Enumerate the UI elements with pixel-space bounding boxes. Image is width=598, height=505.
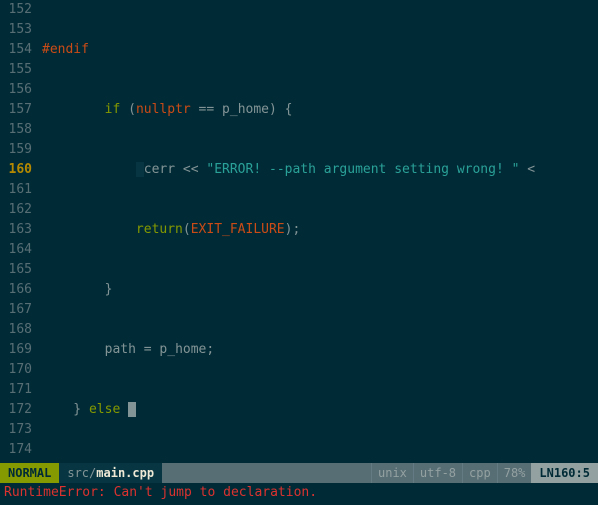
line-number-gutter: 1521531541551561571581591601611621631641… [0, 0, 38, 463]
line-number: 173 [0, 420, 32, 440]
line-number: 170 [0, 360, 32, 380]
line-number: 162 [0, 200, 32, 220]
code-area[interactable]: #endif if (nullptr == p_home) { cerr << … [38, 0, 598, 463]
scroll-percent: 78% [497, 463, 532, 483]
line-number: 169 [0, 340, 32, 360]
line-number: 168 [0, 320, 32, 340]
file-format: unix [371, 463, 413, 483]
file-encoding: utf-8 [413, 463, 462, 483]
code-editor[interactable]: 1521531541551561571581591601611621631641… [0, 0, 598, 463]
line-number: 172 [0, 400, 32, 420]
line-number: 164 [0, 240, 32, 260]
line-number: 155 [0, 60, 32, 80]
error-message: RuntimeError: Can't jump to declaration. [0, 483, 598, 503]
line-number: 153 [0, 20, 32, 40]
line-number: 158 [0, 120, 32, 140]
cursor [128, 402, 136, 417]
line-number: 163 [0, 220, 32, 240]
line-number: 157 [0, 100, 32, 120]
line-number: 160 [0, 160, 32, 180]
file-path: src/main.cpp [59, 463, 162, 483]
status-line: NORMAL src/main.cpp unix utf-8 cpp 78% L… [0, 463, 598, 483]
file-type: cpp [462, 463, 497, 483]
line-number: 167 [0, 300, 32, 320]
vim-mode-indicator: NORMAL [0, 463, 59, 483]
line-number: 161 [0, 180, 32, 200]
line-number: 154 [0, 40, 32, 60]
line-number: 174 [0, 440, 32, 460]
line-number: 171 [0, 380, 32, 400]
line-number: 156 [0, 80, 32, 100]
line-number: 166 [0, 280, 32, 300]
preproc: #endif [42, 42, 89, 57]
cursor-position: LN 160:5 [531, 463, 598, 483]
line-number: 159 [0, 140, 32, 160]
line-number: 152 [0, 0, 32, 20]
line-number: 165 [0, 260, 32, 280]
